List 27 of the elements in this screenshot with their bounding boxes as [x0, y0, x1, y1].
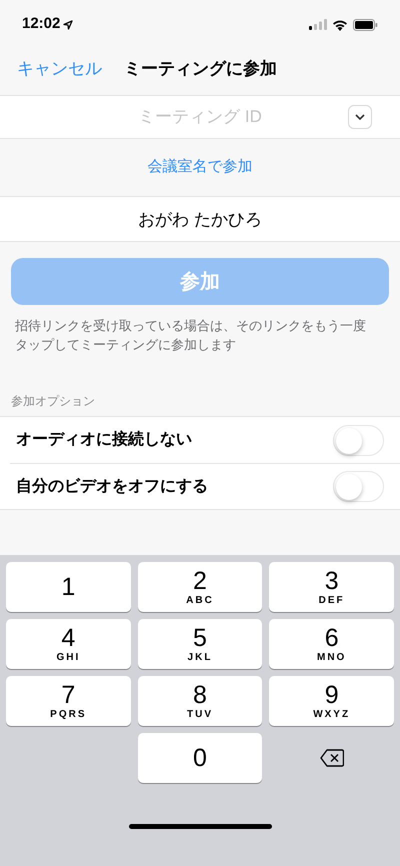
keypad-key[interactable]: 2 ABC	[138, 562, 262, 612]
name-field[interactable]: おがわ たかひろ	[0, 196, 400, 242]
toggle-switch[interactable]	[333, 471, 384, 502]
keypad-key[interactable]: 4 GHI	[6, 619, 131, 669]
keypad-key[interactable]: 1	[6, 562, 131, 612]
meeting-id-field[interactable]: ミーティング ID	[0, 95, 400, 139]
location-arrow-icon	[63, 20, 74, 30]
status-time: 12:02	[22, 14, 60, 34]
signal-icon	[309, 19, 327, 30]
keypad-key[interactable]: 0	[138, 733, 262, 783]
keypad-key[interactable]: 8 TUV	[138, 676, 262, 726]
nav-title: ミーティングに参加	[124, 58, 277, 80]
wifi-icon	[332, 18, 348, 30]
keypad-key[interactable]: 7 PQRS	[6, 676, 131, 726]
toggle-switch[interactable]	[333, 424, 384, 456]
option-label: オーディオに接続しない	[15, 429, 192, 450]
keypad-key[interactable]: 5 JKL	[138, 619, 262, 669]
hint-text: 招待リンクを受け取っている場合は、そのリンクをもう一度タップしてミーティングに参加します	[14, 317, 367, 354]
chevron-down-icon	[355, 114, 365, 120]
battery-icon	[353, 18, 378, 30]
keypad-key[interactable]: 3 DEF	[269, 562, 394, 612]
option-label: 自分のビデオをオフにする	[15, 476, 208, 496]
keypad-key[interactable]: 9 WXYZ	[269, 676, 394, 726]
dropdown-button[interactable]	[348, 105, 372, 129]
section-header: 参加オプション	[10, 393, 96, 410]
keypad-key[interactable]: 6 MNO	[269, 619, 394, 669]
backspace-icon	[320, 749, 344, 767]
